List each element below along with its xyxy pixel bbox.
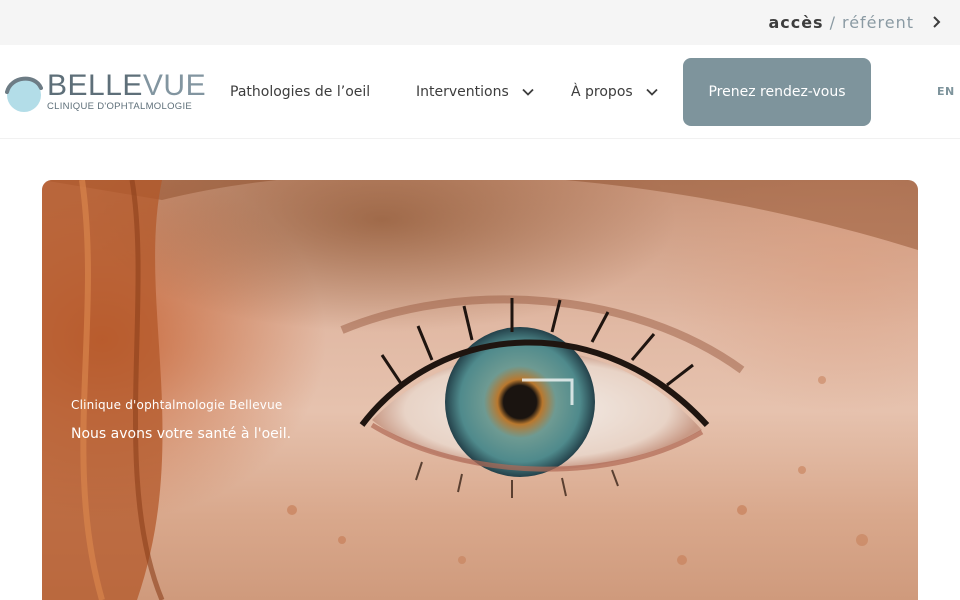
chevron-down-icon xyxy=(646,88,658,96)
chevron-right-icon xyxy=(933,16,941,28)
logo-subtitle: CLINIQUE D'OPHTALMOLOGIE xyxy=(47,101,193,112)
slash-separator: / xyxy=(829,12,836,32)
acces-referent-link[interactable]: accès / référent xyxy=(768,10,944,34)
bellevue-logo[interactable]: BELLEVUE CLINIQUE D'OPHTALMOLOGIE xyxy=(5,67,206,117)
logo-name-dark: BELLE xyxy=(47,69,143,102)
referent-label: référent xyxy=(841,12,914,32)
nav-item-a-propos[interactable]: À propos xyxy=(571,81,659,103)
hero-title: Nous avons votre santé à l'oeil. xyxy=(71,426,292,442)
logo-name-light: VUE xyxy=(142,69,207,102)
nav-item-pathologies[interactable]: Pathologies de l’oeil xyxy=(230,81,370,103)
appointment-button[interactable]: Prenez rendez-vous xyxy=(683,58,871,126)
eye-logo-icon xyxy=(5,76,43,112)
hero-kicker: Clinique d'ophtalmologie Bellevue xyxy=(71,398,283,412)
nav-item-interventions[interactable]: Interventions xyxy=(416,81,535,103)
chevron-down-icon xyxy=(522,88,534,96)
site-header: BELLEVUE CLINIQUE D'OPHTALMOLOGIE Pathol… xyxy=(0,45,960,139)
acces-label: accès xyxy=(768,12,824,32)
language-switch-en[interactable]: EN xyxy=(937,85,955,98)
nav-item-label: À propos xyxy=(571,84,633,100)
nav-item-label: Pathologies de l’oeil xyxy=(230,84,371,100)
eye-photo-image xyxy=(42,180,918,600)
top-utility-bar: accès / référent xyxy=(0,0,960,45)
nav-item-label: Interventions xyxy=(416,84,509,100)
hero-banner: Clinique d'ophtalmologie Bellevue Nous a… xyxy=(42,180,918,600)
